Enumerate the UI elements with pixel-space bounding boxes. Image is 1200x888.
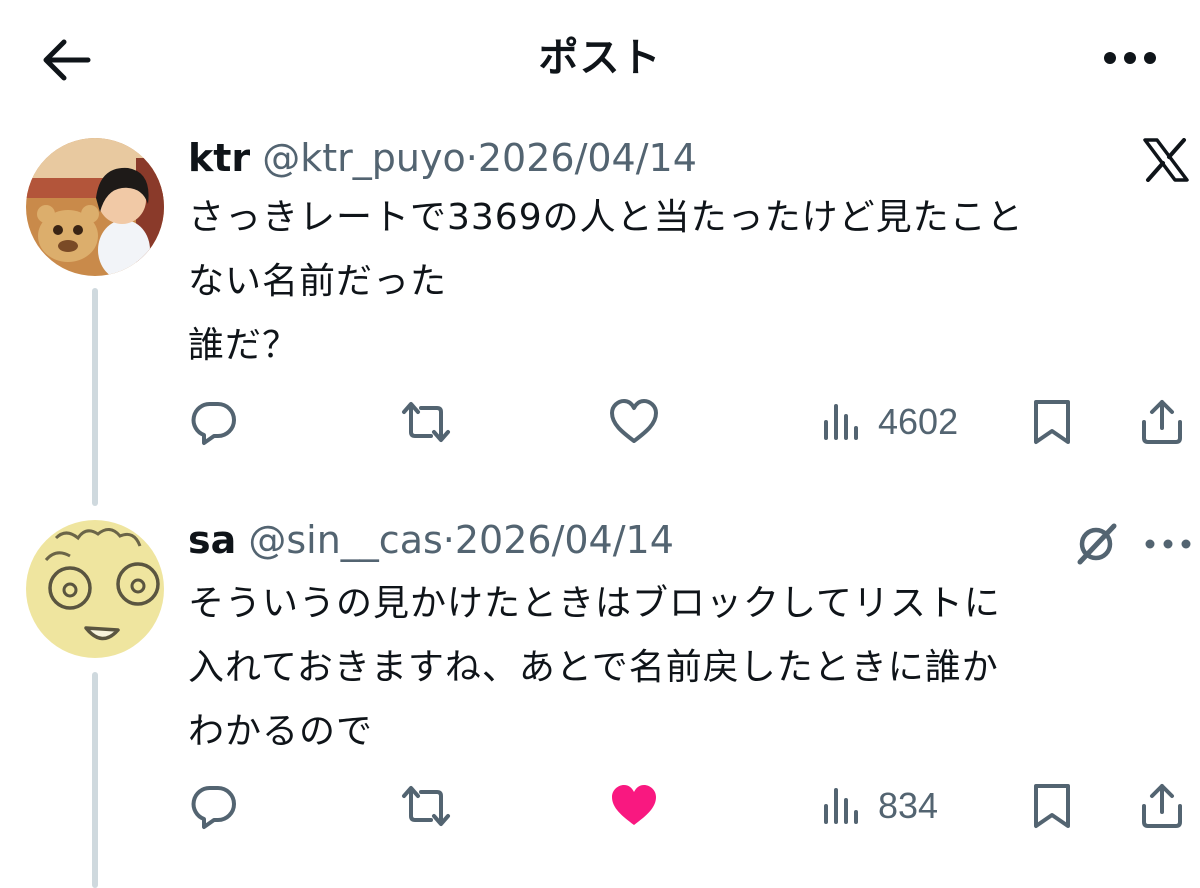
separator-dot: ·	[465, 136, 478, 180]
post-date[interactable]: 2026/04/14	[478, 136, 697, 180]
reply-icon	[191, 401, 236, 445]
display-name[interactable]: ktr	[188, 136, 250, 180]
views-button[interactable]: 834	[822, 782, 938, 830]
bookmark-icon	[1034, 400, 1070, 444]
views-button[interactable]: 4602	[822, 398, 958, 446]
thread-line	[92, 672, 98, 888]
share-icon	[1142, 784, 1182, 828]
reply-button[interactable]	[190, 398, 238, 446]
post-text: そういうの見かけたときはブロックしてリストに 入れておきますね、あとで名前戻した…	[188, 583, 1001, 752]
avatar-drawing	[26, 520, 164, 658]
bookmark-icon	[1034, 784, 1070, 828]
user-handle[interactable]: @sin__cas	[248, 518, 442, 562]
post-text: さっきレートで3369の人と当たったけど見たこと ない名前だった 誰だ？	[188, 197, 1024, 366]
post-date[interactable]: 2026/04/14	[455, 518, 674, 562]
like-button[interactable]	[608, 782, 660, 830]
repost-icon	[402, 786, 450, 826]
grok-button[interactable]	[1072, 520, 1120, 568]
avatar[interactable]	[26, 520, 164, 658]
like-button[interactable]	[608, 398, 660, 446]
repost-button[interactable]	[398, 398, 454, 446]
post-header: ktr @ktr_puyo·2026/04/14	[188, 134, 697, 182]
bookmark-button[interactable]	[1030, 398, 1074, 446]
page-title: ポスト	[538, 35, 662, 81]
bar-chart-icon	[824, 404, 858, 440]
repost-button[interactable]	[398, 782, 454, 830]
bookmark-button[interactable]	[1030, 782, 1074, 830]
user-handle[interactable]: @ktr_puyo	[262, 136, 465, 180]
heart-filled-icon	[612, 785, 656, 825]
avatar[interactable]	[26, 138, 164, 276]
more-options-button[interactable]	[1098, 38, 1162, 78]
heart-outline-icon	[610, 399, 658, 443]
separator-dot: ·	[442, 518, 455, 562]
reply-button[interactable]	[190, 782, 238, 830]
reply-icon	[191, 785, 236, 829]
share-icon	[1142, 400, 1182, 444]
share-button[interactable]	[1138, 782, 1186, 830]
bar-chart-icon	[824, 788, 858, 824]
thread-line	[92, 288, 98, 506]
share-button[interactable]	[1138, 398, 1186, 446]
more-dots-icon	[1145, 539, 1191, 549]
post-more-button[interactable]	[1140, 528, 1196, 560]
view-count: 4602	[878, 401, 959, 442]
x-logo-icon	[1142, 138, 1190, 182]
repost-icon	[402, 402, 450, 442]
avatar-photo	[26, 138, 164, 276]
grok-icon	[1077, 523, 1117, 565]
view-count: 834	[878, 785, 939, 826]
more-dots-icon	[1104, 52, 1156, 64]
display-name[interactable]: sa	[188, 518, 236, 562]
post-header: sa @sin__cas·2026/04/14	[188, 516, 674, 564]
